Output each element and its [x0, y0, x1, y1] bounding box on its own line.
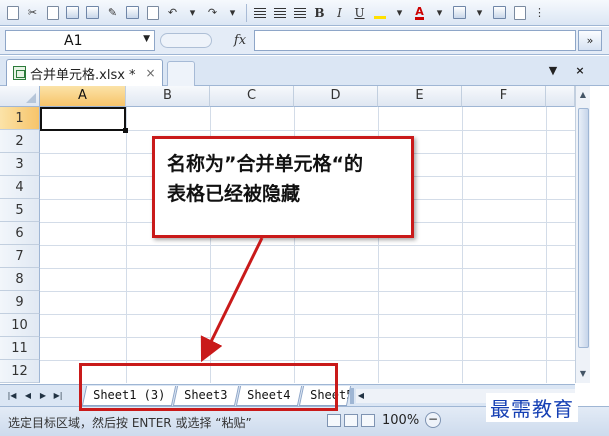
dropdown-icon[interactable]: ▾	[390, 3, 409, 23]
last-sheet-icon[interactable]: ▶|	[52, 389, 64, 403]
align-left-icon[interactable]	[250, 3, 269, 23]
close-icon[interactable]: ×	[146, 66, 156, 80]
new-icon[interactable]	[43, 3, 62, 23]
fill-color-icon[interactable]	[370, 3, 389, 23]
column-header[interactable]: B	[126, 86, 210, 107]
select-icon[interactable]	[510, 3, 529, 23]
column-header[interactable]: A	[40, 86, 126, 107]
callout-line: 名称为”合并单元格“的	[167, 153, 363, 175]
merge-center-icon[interactable]	[490, 3, 509, 23]
prev-sheet-icon[interactable]: ◀	[22, 389, 34, 403]
row-header[interactable]: 9	[0, 291, 40, 314]
name-box[interactable]: A1 ▼	[5, 30, 155, 51]
document-tab-bar: 合并单元格.xlsx * × ▼ ×	[0, 56, 609, 86]
page-break-view-icon[interactable]	[361, 414, 375, 427]
gridline	[40, 245, 575, 246]
gridline	[40, 268, 575, 269]
scroll-left-icon[interactable]: ◀	[356, 389, 366, 403]
preview-icon[interactable]	[143, 3, 162, 23]
dropdown-icon[interactable]: ▾	[470, 3, 489, 23]
italic-icon[interactable]: I	[330, 3, 349, 23]
gridline	[40, 314, 575, 315]
first-sheet-icon[interactable]: |◀	[6, 389, 18, 403]
underline-icon[interactable]: U	[350, 3, 369, 23]
save-icon[interactable]	[63, 3, 82, 23]
close-window-icon[interactable]: ×	[570, 62, 590, 80]
zoom-level[interactable]: 100%	[382, 413, 419, 428]
status-text: 选定目标区域，然后按 ENTER 或选择 “粘贴”	[8, 416, 252, 430]
align-right-icon[interactable]	[290, 3, 309, 23]
font-color-icon[interactable]: A	[410, 3, 429, 23]
expand-formula-bar-icon[interactable]: »	[578, 30, 602, 51]
excel-file-icon	[13, 66, 26, 80]
format-painter-icon[interactable]: ✎	[103, 3, 122, 23]
row-header[interactable]: 6	[0, 222, 40, 245]
sheet-tabs-highlight-box	[79, 363, 338, 411]
row-header[interactable]: 3	[0, 153, 40, 176]
next-sheet-icon[interactable]: ▶	[37, 389, 49, 403]
normal-view-icon[interactable]	[327, 414, 341, 427]
annotation-callout: 名称为”合并单元格“的 表格已经被隐藏	[152, 136, 414, 238]
print-preview-icon[interactable]	[83, 3, 102, 23]
select-all-corner[interactable]	[0, 86, 40, 107]
formula-splitter-handle[interactable]	[160, 33, 212, 48]
callout-line: 表格已经被隐藏	[167, 183, 301, 205]
scroll-down-icon[interactable]: ▼	[577, 367, 589, 381]
new-tab-button[interactable]	[167, 61, 195, 86]
formula-bar: A1 ▼ fx »	[0, 27, 609, 55]
page-layout-view-icon[interactable]	[344, 414, 358, 427]
formula-input[interactable]	[254, 30, 576, 51]
bold-icon[interactable]: B	[310, 3, 329, 23]
row-header[interactable]: 5	[0, 199, 40, 222]
scroll-up-icon[interactable]: ▲	[577, 88, 589, 102]
column-header[interactable]: F	[462, 86, 546, 107]
gridline	[40, 291, 575, 292]
vertical-scrollbar[interactable]: ▲ ▼	[575, 86, 590, 383]
redo-icon[interactable]: ↷	[203, 3, 222, 23]
row-header[interactable]: 1	[0, 107, 40, 130]
dropdown-icon[interactable]: ▾	[183, 3, 202, 23]
dropdown-icon[interactable]: ▾	[430, 3, 449, 23]
align-center-icon[interactable]	[270, 3, 289, 23]
row-header[interactable]: 10	[0, 314, 40, 337]
column-header[interactable]: C	[210, 86, 294, 107]
name-box-value: A1	[64, 33, 83, 49]
cut-icon[interactable]: ✂	[23, 3, 42, 23]
row-header[interactable]: 7	[0, 245, 40, 268]
zoom-out-button[interactable]: −	[425, 412, 441, 428]
gridline	[40, 360, 575, 361]
toolbar-separator	[246, 3, 247, 22]
row-header[interactable]: 2	[0, 130, 40, 153]
window-menu-icon[interactable]: ▼	[543, 62, 563, 80]
gridline	[40, 337, 575, 338]
watermark-text: 最需教育	[486, 393, 578, 422]
quick-access-toolbar: ✂ ✎ ↶ ▾ ↷ ▾ B I U ▾ A ▾ ▾ ⋮	[0, 0, 609, 26]
column-header[interactable]: D	[294, 86, 378, 107]
row-header[interactable]: 12	[0, 360, 40, 383]
active-cell-a1[interactable]	[40, 107, 128, 133]
paste-icon[interactable]	[3, 3, 22, 23]
insert-function-button[interactable]: fx	[229, 30, 251, 51]
scrollbar-thumb[interactable]	[578, 108, 589, 348]
undo-icon[interactable]: ↶	[163, 3, 182, 23]
borders-icon[interactable]	[450, 3, 469, 23]
document-tab[interactable]: 合并单元格.xlsx * ×	[6, 59, 163, 86]
column-header-partial[interactable]	[546, 86, 575, 107]
toolbar-more-icon[interactable]: ⋮	[530, 3, 549, 23]
column-header[interactable]: E	[378, 86, 462, 107]
dropdown-icon[interactable]: ▾	[223, 3, 242, 23]
row-header[interactable]: 11	[0, 337, 40, 360]
tab-split-handle[interactable]	[350, 388, 354, 404]
print-icon[interactable]	[123, 3, 142, 23]
document-tab-title: 合并单元格.xlsx *	[30, 67, 136, 83]
chevron-down-icon[interactable]: ▼	[143, 34, 150, 44]
row-header[interactable]: 4	[0, 176, 40, 199]
row-header[interactable]: 8	[0, 268, 40, 291]
